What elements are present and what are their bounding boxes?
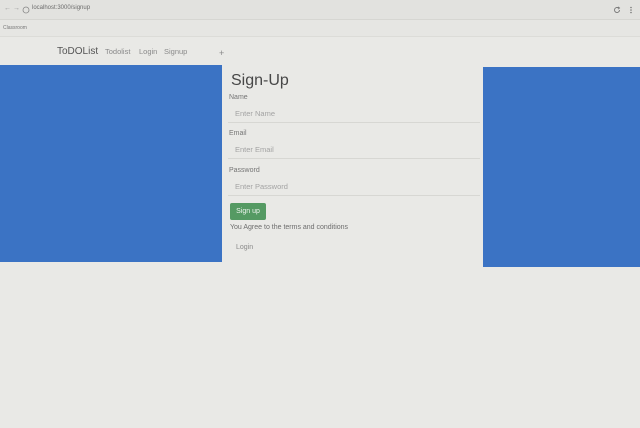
reload-icon[interactable] — [613, 6, 621, 14]
menu-icon[interactable] — [627, 6, 635, 14]
signup-button[interactable]: Sign up — [230, 203, 266, 220]
signup-form: Sign-Up Name Email Password Sign up You … — [223, 65, 482, 265]
app-navbar: ToDOList Todolist Login Signup + — [0, 37, 640, 65]
back-arrow-icon[interactable]: ← — [4, 5, 11, 12]
forward-arrow-icon[interactable]: → — [13, 5, 20, 12]
nav-toggle-icon[interactable]: + — [219, 48, 224, 58]
email-label: Email — [229, 130, 247, 137]
page-title: Sign-Up — [231, 72, 289, 89]
browser-toolbar: ← → localhost:3000/signup — [0, 0, 640, 20]
address-bar[interactable]: localhost:3000/signup — [32, 5, 90, 11]
name-label: Name — [229, 94, 248, 101]
name-input[interactable] — [228, 104, 480, 123]
brand-logo[interactable]: ToDOList — [57, 46, 98, 57]
bookmarks-bar: Classroom — [0, 20, 640, 37]
nav-link-login[interactable]: Login — [139, 47, 157, 56]
nav-link-todolist[interactable]: Todolist — [105, 47, 130, 56]
left-blue-panel — [0, 65, 222, 262]
site-info-icon[interactable] — [22, 6, 30, 14]
terms-text: You Agree to the terms and conditions — [230, 224, 349, 231]
password-label: Password — [229, 167, 260, 174]
right-blue-panel — [483, 67, 640, 267]
password-input[interactable] — [228, 177, 480, 196]
nav-link-signup[interactable]: Signup — [164, 47, 187, 56]
login-link[interactable]: Login — [236, 244, 253, 251]
bookmark-classroom[interactable]: Classroom — [3, 25, 27, 31]
email-input[interactable] — [228, 140, 480, 159]
